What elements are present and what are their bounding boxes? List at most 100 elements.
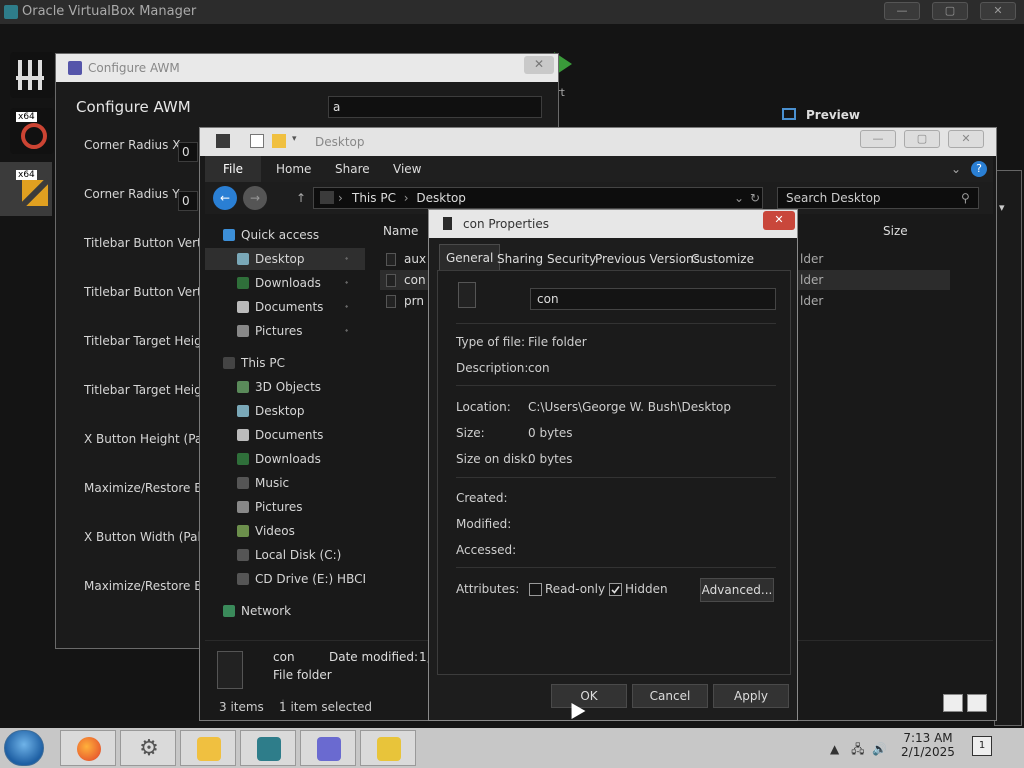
ribbon-tab-share[interactable]: Share xyxy=(335,162,370,176)
nav-item[interactable]: Quick access xyxy=(205,224,365,246)
ribbon-tab-home[interactable]: Home xyxy=(276,162,311,176)
awm-row-label: Corner Radius X xyxy=(84,138,181,152)
vbox-close-button[interactable]: ✕ xyxy=(980,2,1016,20)
nav-item[interactable]: Desktop xyxy=(205,400,365,422)
field-label: Type of file: xyxy=(456,335,526,349)
awm-search-input[interactable]: a xyxy=(328,96,542,118)
awm-row-value[interactable]: 0 xyxy=(178,142,198,162)
vbox-maximize-button[interactable]: ▢ xyxy=(932,2,968,20)
explorer-titlebar[interactable]: ▾ Desktop — ▢ ✕ xyxy=(200,128,996,156)
nav-item[interactable]: Desktop ⬩ xyxy=(205,248,365,270)
ribbon-tab-view[interactable]: View xyxy=(393,162,421,176)
nav-item-label: Pictures xyxy=(255,324,303,338)
file-name: con xyxy=(404,273,426,287)
nav-item-label: This PC xyxy=(241,356,285,370)
field-label: Accessed: xyxy=(456,543,517,557)
clock[interactable]: 7:13 AM 2/1/2025 xyxy=(898,731,958,759)
explorer-maximize-button[interactable]: ▢ xyxy=(904,130,940,148)
divider xyxy=(456,323,776,324)
cancel-button[interactable]: Cancel xyxy=(632,684,708,708)
advanced-button[interactable]: Advanced... xyxy=(700,578,774,602)
nav-item-icon xyxy=(237,573,249,585)
nav-item[interactable]: Pictures ⬩ xyxy=(205,320,365,342)
forward-arrow-icon[interactable]: → xyxy=(243,186,267,210)
clock-date: 2/1/2025 xyxy=(901,745,955,759)
nav-item-label: Documents xyxy=(255,300,324,314)
details-view-icon[interactable] xyxy=(943,694,963,712)
nav-item[interactable]: This PC xyxy=(205,352,365,374)
vm-debian-icon[interactable]: x64 xyxy=(10,108,54,154)
nav-item[interactable]: Documents ⬩ xyxy=(205,296,365,318)
nav-item[interactable]: Downloads xyxy=(205,448,365,470)
network-icon[interactable]: 🖧 xyxy=(843,742,864,756)
nav-item[interactable]: Music xyxy=(205,472,365,494)
nav-item[interactable]: Downloads ⬩ xyxy=(205,272,365,294)
search-input[interactable]: Search Desktop xyxy=(777,187,979,209)
taskbar-firefox[interactable] xyxy=(60,730,116,766)
large-icons-view-icon[interactable] xyxy=(967,694,987,712)
breadcrumb-desktop[interactable]: Desktop xyxy=(416,191,466,205)
folder-name-input[interactable]: con xyxy=(530,288,776,310)
readonly-label[interactable]: Read-only xyxy=(545,582,605,596)
column-header-size[interactable]: Size xyxy=(883,224,908,238)
volume-icon[interactable]: 🔊 xyxy=(868,742,887,756)
explorer-minimize-button[interactable]: — xyxy=(860,130,896,148)
field-label: Size on disk: xyxy=(456,452,532,466)
explorer-title-text: Desktop xyxy=(315,135,365,149)
nav-item[interactable]: Network xyxy=(205,600,365,622)
folder-large-icon xyxy=(458,282,476,308)
awm-titlebar[interactable]: Configure AWM ✕ xyxy=(56,54,558,82)
nav-item[interactable]: Documents xyxy=(205,424,365,446)
nav-item-label: Desktop xyxy=(255,252,305,266)
taskbar-settings[interactable]: ⚙ xyxy=(120,730,176,766)
up-arrow-icon[interactable]: ↑ xyxy=(289,186,313,210)
properties-quick-icon[interactable] xyxy=(250,134,264,148)
tray-overflow-icon[interactable]: ▲ xyxy=(830,742,839,756)
ribbon-expand-icon[interactable]: ⌄ xyxy=(951,162,961,176)
vm-tools-icon[interactable] xyxy=(10,52,54,98)
column-header-name[interactable]: Name xyxy=(383,224,418,238)
help-icon[interactable]: ? xyxy=(971,161,987,177)
awm-row-value[interactable]: 0 xyxy=(178,191,198,211)
search-icon: ⚲ xyxy=(961,191,970,205)
nav-item[interactable]: 3D Objects xyxy=(205,376,365,398)
nav-item-icon xyxy=(237,501,249,513)
vbox-minimize-button[interactable]: — xyxy=(884,2,920,20)
explorer-close-button[interactable]: ✕ xyxy=(948,130,984,148)
new-folder-quick-icon[interactable] xyxy=(272,134,286,148)
apply-button[interactable]: Apply xyxy=(713,684,789,708)
breadcrumb-this-pc[interactable]: This PC xyxy=(352,191,396,205)
quick-access-dropdown-icon[interactable]: ▾ xyxy=(292,134,306,148)
nav-item[interactable]: CD Drive (E:) HBCD_ xyxy=(205,568,365,590)
tab-customize[interactable]: Customize xyxy=(685,248,760,270)
nav-item-icon xyxy=(223,229,235,241)
nav-item[interactable]: Local Disk (C:) xyxy=(205,544,365,566)
refresh-icon[interactable]: ↻ xyxy=(750,188,760,208)
nav-item[interactable]: Videos xyxy=(205,520,365,542)
ribbon-tab-file[interactable]: File xyxy=(205,156,261,182)
taskbar-file-explorer[interactable] xyxy=(180,730,236,766)
readonly-checkbox[interactable] xyxy=(529,583,542,596)
back-arrow-icon[interactable]: ← xyxy=(213,186,237,210)
hidden-checkbox[interactable] xyxy=(609,583,622,596)
status-item-count: 3 items xyxy=(219,700,264,714)
properties-tabs: General Sharing Security Previous Versio… xyxy=(437,244,791,270)
ok-button[interactable]: OK xyxy=(551,684,627,708)
nav-item-icon xyxy=(237,381,249,393)
address-bar[interactable]: › This PC › Desktop ⌄ ↻ xyxy=(313,187,763,209)
taskbar-bee-app[interactable] xyxy=(360,730,416,766)
taskbar-virtualbox[interactable] xyxy=(240,730,296,766)
file-type: lder xyxy=(800,273,824,287)
hidden-label[interactable]: Hidden xyxy=(625,582,668,596)
properties-close-button[interactable]: ✕ xyxy=(763,211,795,230)
nav-item-icon xyxy=(237,253,249,265)
nav-item[interactable]: Pictures xyxy=(205,496,365,518)
notifications-button[interactable]: 1 xyxy=(972,736,992,756)
properties-titlebar[interactable]: con Properties ✕ xyxy=(429,210,797,238)
start-button[interactable] xyxy=(4,730,44,766)
vm-selected-icon[interactable]: x64 xyxy=(10,166,54,212)
awm-close-button[interactable]: ✕ xyxy=(524,56,554,74)
vbox-titlebar[interactable]: Oracle VirtualBox Manager — ▢ ✕ xyxy=(0,0,1024,24)
taskbar-awm-config[interactable] xyxy=(300,730,356,766)
address-dropdown-icon[interactable]: ⌄ xyxy=(734,188,744,208)
